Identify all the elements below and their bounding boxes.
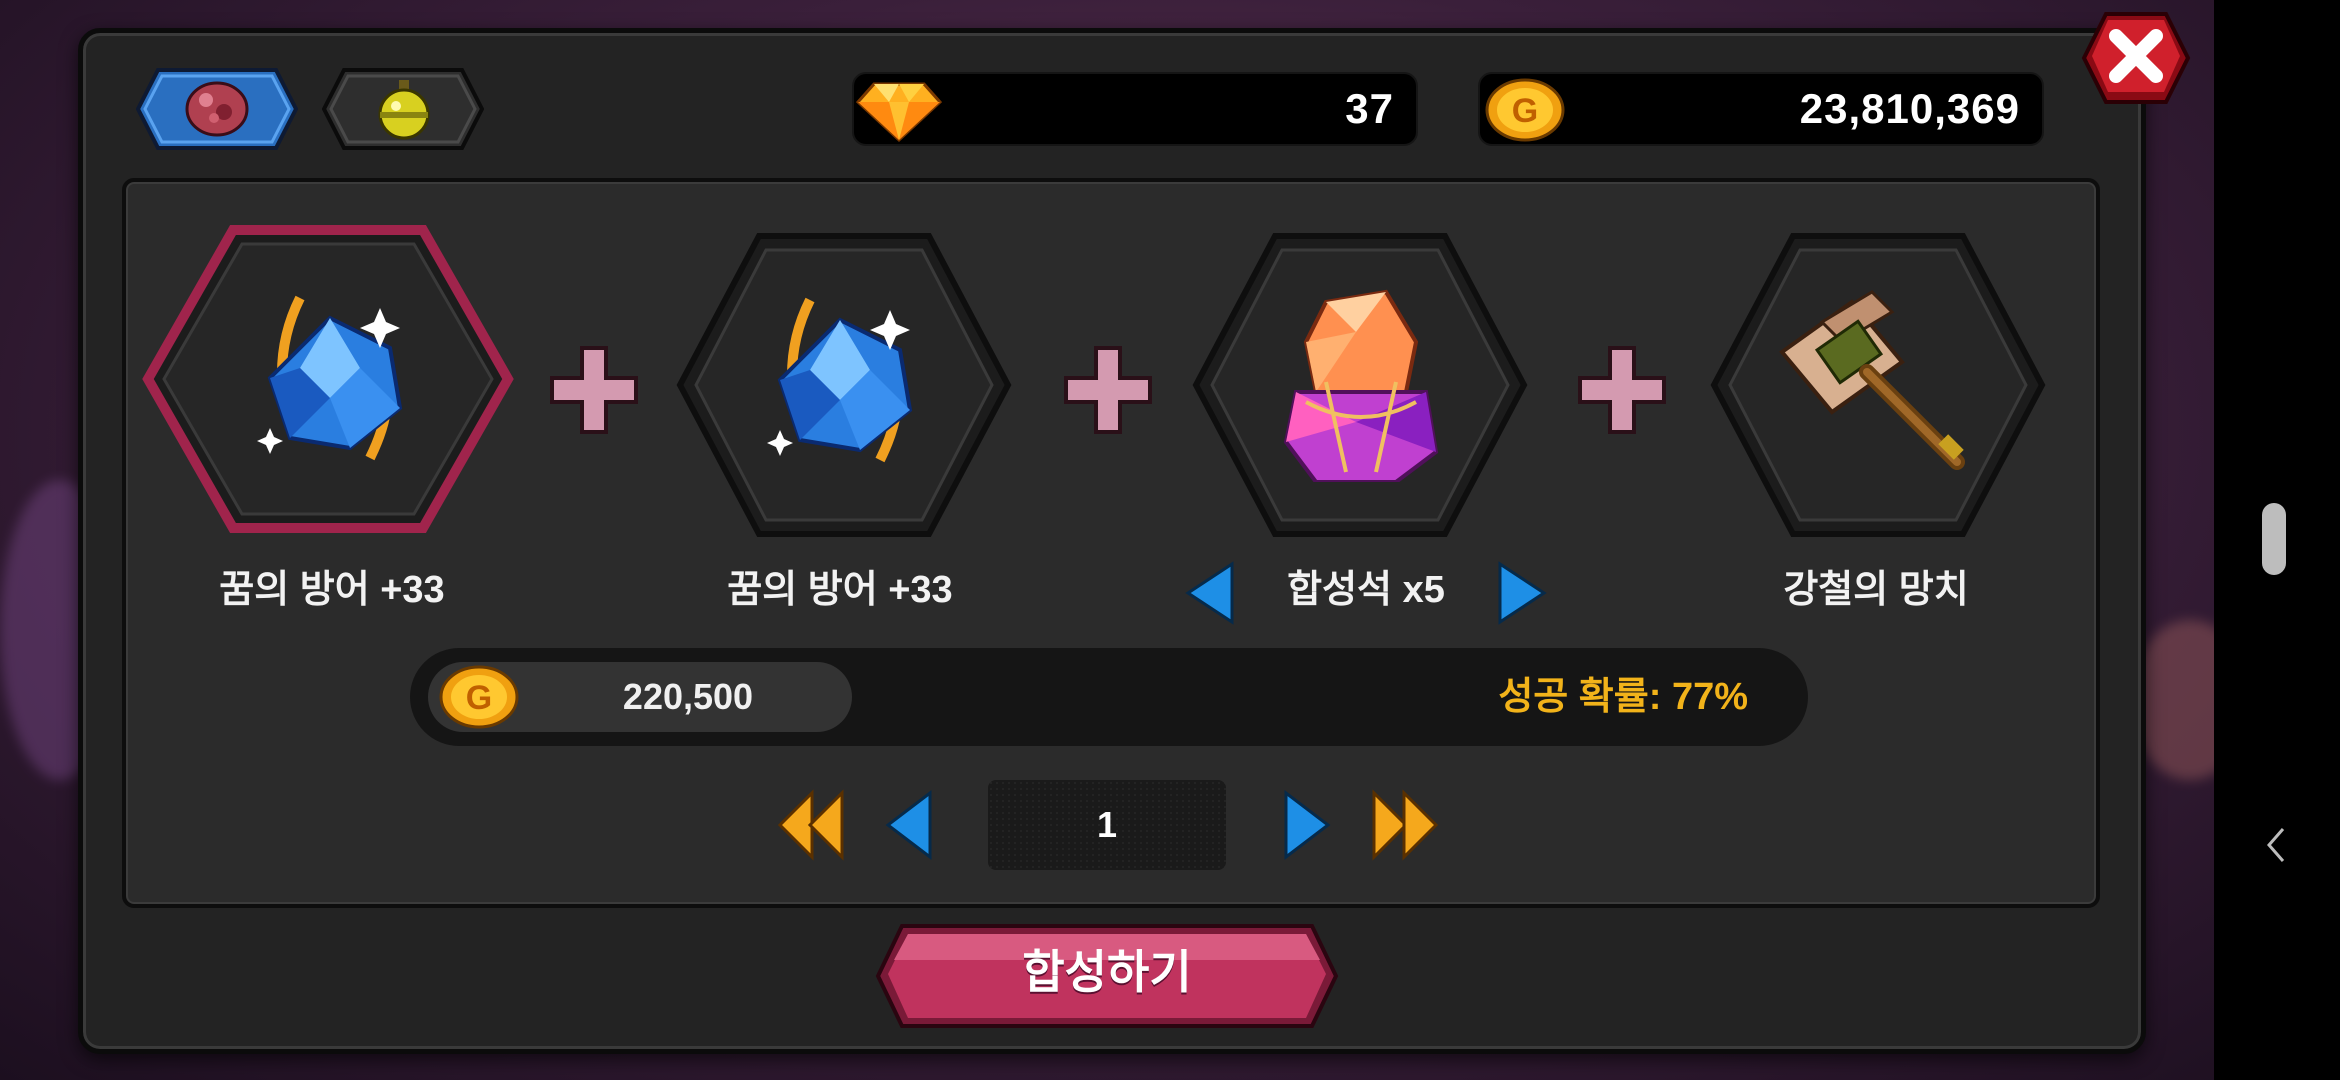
gold-count: 23,810,369 — [1799, 85, 2020, 132]
compose-button[interactable]: 합성하기 — [874, 922, 1340, 1030]
slot-2-label: 꿈의 방어 +33 — [727, 569, 953, 611]
material-slot-4[interactable] — [1708, 230, 2046, 540]
material-slot-3[interactable] — [1190, 230, 1528, 540]
gem-counter: 37 — [852, 72, 1418, 146]
gold-coin-icon: G — [438, 664, 520, 735]
last-page-button[interactable] — [1370, 785, 1440, 865]
prev-stone-arrow[interactable] — [1182, 560, 1238, 631]
svg-text:G: G — [1512, 92, 1538, 130]
prev-page-button[interactable] — [880, 785, 936, 865]
cost-gold: 220,500 — [622, 676, 754, 717]
success-rate: 성공 확률: 77% — [1498, 676, 1748, 718]
compose-button-label: 합성하기 — [1022, 946, 1192, 998]
svg-text:G: G — [466, 679, 492, 717]
next-page-button[interactable] — [1280, 785, 1336, 865]
tab-gem[interactable] — [135, 66, 299, 152]
slot-1-label: 꿈의 방어 +33 — [219, 569, 445, 611]
gold-counter: G 23,810,369 — [1478, 72, 2044, 146]
diamond-icon — [854, 72, 944, 151]
scroll-handle[interactable] — [2262, 503, 2286, 575]
red-gem-icon — [184, 78, 250, 145]
page-number: 1 — [1096, 804, 1118, 845]
yellow-potion-icon — [374, 78, 434, 145]
page-indicator: 1 — [988, 780, 1226, 870]
cost-bar: G 220,500 성공 확률: 77% — [410, 648, 1808, 746]
plus-icon — [544, 340, 644, 440]
tab-potion[interactable] — [321, 66, 485, 152]
cost-pill: G 220,500 — [428, 662, 852, 732]
next-stone-arrow[interactable] — [1494, 560, 1550, 631]
plus-icon — [1058, 340, 1158, 440]
gold-coin-icon: G — [1484, 78, 1566, 147]
material-slot-2[interactable] — [674, 230, 1012, 540]
slot-4-label: 강철의 망치 — [1783, 569, 1969, 611]
back-icon[interactable] — [2265, 825, 2287, 865]
first-page-button[interactable] — [776, 785, 846, 865]
material-slot-1[interactable] — [142, 225, 514, 540]
close-button[interactable] — [2080, 10, 2192, 106]
plus-icon — [1572, 340, 1672, 440]
gem-count: 37 — [1345, 85, 1394, 132]
